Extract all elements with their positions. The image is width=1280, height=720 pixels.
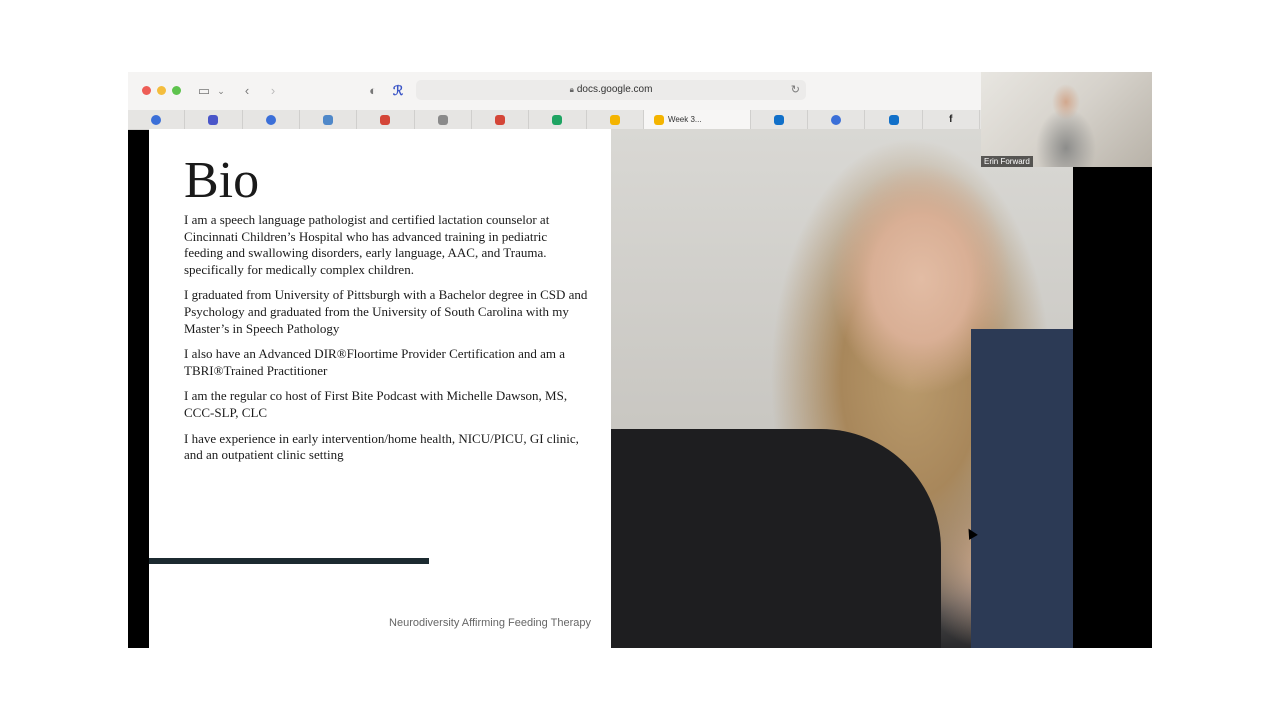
couch-backdrop: [971, 329, 1073, 648]
photo-icon: [323, 114, 334, 125]
presenter-photo: [611, 129, 1073, 648]
google-circle-icon: [151, 114, 162, 125]
browser-tab[interactable]: [751, 110, 809, 129]
browser-tab[interactable]: [128, 110, 186, 129]
google-circle-icon: [265, 114, 276, 125]
browser-tab[interactable]: [472, 110, 530, 129]
facebook-icon: f: [949, 113, 953, 125]
extension-icon[interactable]: ℛ: [391, 81, 405, 101]
browser-tab[interactable]: [300, 110, 358, 129]
webcam-person: [1036, 78, 1096, 167]
browser-tab[interactable]: [415, 110, 472, 129]
forward-icon[interactable]: ›: [266, 81, 280, 101]
sidebar-icon[interactable]: ▭: [196, 81, 212, 101]
browser-tab[interactable]: [357, 110, 415, 129]
browser-tab[interactable]: f: [923, 110, 981, 129]
participant-name: Erin Forward: [981, 156, 1033, 167]
slides-icon: [609, 114, 620, 125]
accent-bar: [149, 558, 429, 564]
slide-title: Bio: [184, 152, 260, 209]
webcam-thumbnail[interactable]: Erin Forward: [981, 72, 1152, 167]
chat-icon: [208, 114, 219, 125]
bio-paragraph: I also have an Advanced DIR®Floortime Pr…: [184, 346, 565, 378]
address-bar[interactable]: 🔒︎ docs.google.com ↻: [416, 80, 806, 100]
browser-tab[interactable]: [587, 110, 644, 129]
bio-paragraph: I am the regular co host of First Bite P…: [184, 388, 568, 420]
gmail-icon: [495, 114, 506, 125]
minimize-window-button[interactable]: [157, 86, 166, 95]
zoom-window-button[interactable]: [172, 86, 181, 95]
outlook-icon: [888, 114, 899, 125]
browser-tab[interactable]: Week 3...: [643, 110, 751, 129]
gmail-icon: [380, 114, 391, 125]
drive-icon: [552, 114, 563, 125]
browser-tab[interactable]: [865, 110, 923, 129]
back-icon[interactable]: ‹: [240, 81, 254, 101]
url-text: docs.google.com: [576, 84, 653, 95]
slide-body: I am a speech language pathologist and c…: [184, 212, 589, 473]
slide-footer: Neurodiversity Affirming Feeding Therapy: [389, 617, 591, 629]
bio-paragraph: I am a speech language pathologist and c…: [184, 212, 550, 277]
slide: Bio I am a speech language pathologist a…: [149, 129, 611, 648]
bio-paragraph: I have experience in early intervention/…: [184, 430, 579, 463]
browser-tab[interactable]: [529, 110, 587, 129]
browser-tab[interactable]: [185, 110, 243, 129]
chevron-down-icon[interactable]: ⌄: [216, 81, 226, 101]
browser-tab[interactable]: [243, 110, 300, 129]
browser-tab[interactable]: [808, 110, 866, 129]
slides-icon: [653, 114, 664, 125]
grey-square-icon: [437, 114, 448, 125]
letterbox-strip: [1073, 167, 1152, 648]
screen-share: ▭ ⌄ ‹ › ◐ ℛ 🔒︎ docs.google.com ↻ Week 3..…: [128, 72, 1152, 648]
shield-icon[interactable]: ◐: [366, 81, 380, 101]
gear-circle-icon: [831, 114, 842, 125]
bio-paragraph: I graduated from University of Pittsburg…: [184, 287, 588, 336]
close-window-button[interactable]: [142, 86, 151, 95]
shirt-shape: [611, 429, 941, 648]
lock-icon: 🔒︎: [569, 85, 574, 94]
reload-icon[interactable]: ↻: [791, 80, 800, 100]
outlook-icon: [773, 114, 784, 125]
tab-label: Week 3...: [667, 115, 702, 124]
